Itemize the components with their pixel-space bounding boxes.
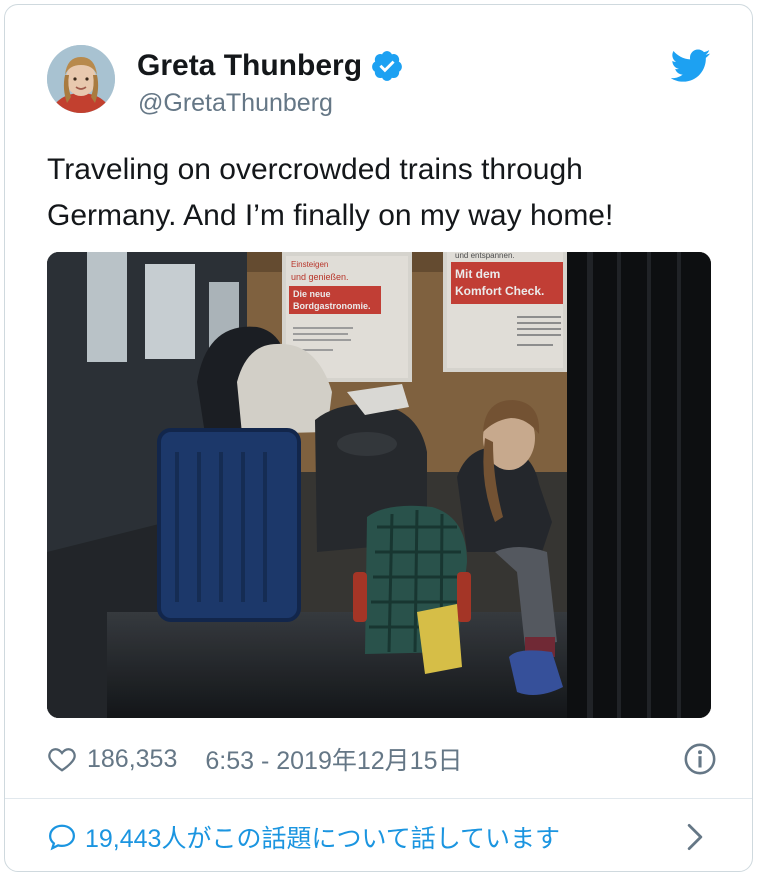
conversation-link[interactable]: 19,443人がこの話題について話しています xyxy=(47,817,707,857)
info-icon[interactable] xyxy=(683,742,717,776)
tweet-text-line: Germany. And I’m finally on my way home! xyxy=(47,199,614,232)
comment-bubble-icon xyxy=(48,824,76,851)
chevron-right-icon[interactable] xyxy=(684,823,706,851)
timestamp[interactable]: 6:53 - 2019年12月15日 xyxy=(205,741,462,777)
like-count[interactable]: 186,353 xyxy=(87,745,177,774)
twitter-bird-icon[interactable] xyxy=(671,49,711,83)
tweet-text-line: Traveling on overcrowded trains through xyxy=(47,153,583,186)
tweet-photo[interactable]: Einsteigen und genießen. Die neue Bordga… xyxy=(47,252,711,718)
tweet-meta: 186,353 6:53 - 2019年12月15日 xyxy=(47,739,717,779)
user-handle[interactable]: @GretaThunberg xyxy=(138,89,333,118)
tweet-text: Traveling on overcrowded trains through … xyxy=(47,147,717,239)
divider xyxy=(5,798,752,799)
avatar[interactable] xyxy=(47,45,115,113)
heart-icon[interactable] xyxy=(47,744,77,774)
conversation-text[interactable]: 19,443人がこの話題について話しています xyxy=(85,819,560,855)
train-photo-illustration: Einsteigen und genießen. Die neue Bordga… xyxy=(47,252,711,718)
user-name-row[interactable]: Greta Thunberg xyxy=(137,49,404,83)
tweet-card: Greta Thunberg @GretaThunberg Traveling … xyxy=(4,4,753,872)
verified-badge-icon xyxy=(372,51,402,81)
user-name[interactable]: Greta Thunberg xyxy=(137,49,362,83)
